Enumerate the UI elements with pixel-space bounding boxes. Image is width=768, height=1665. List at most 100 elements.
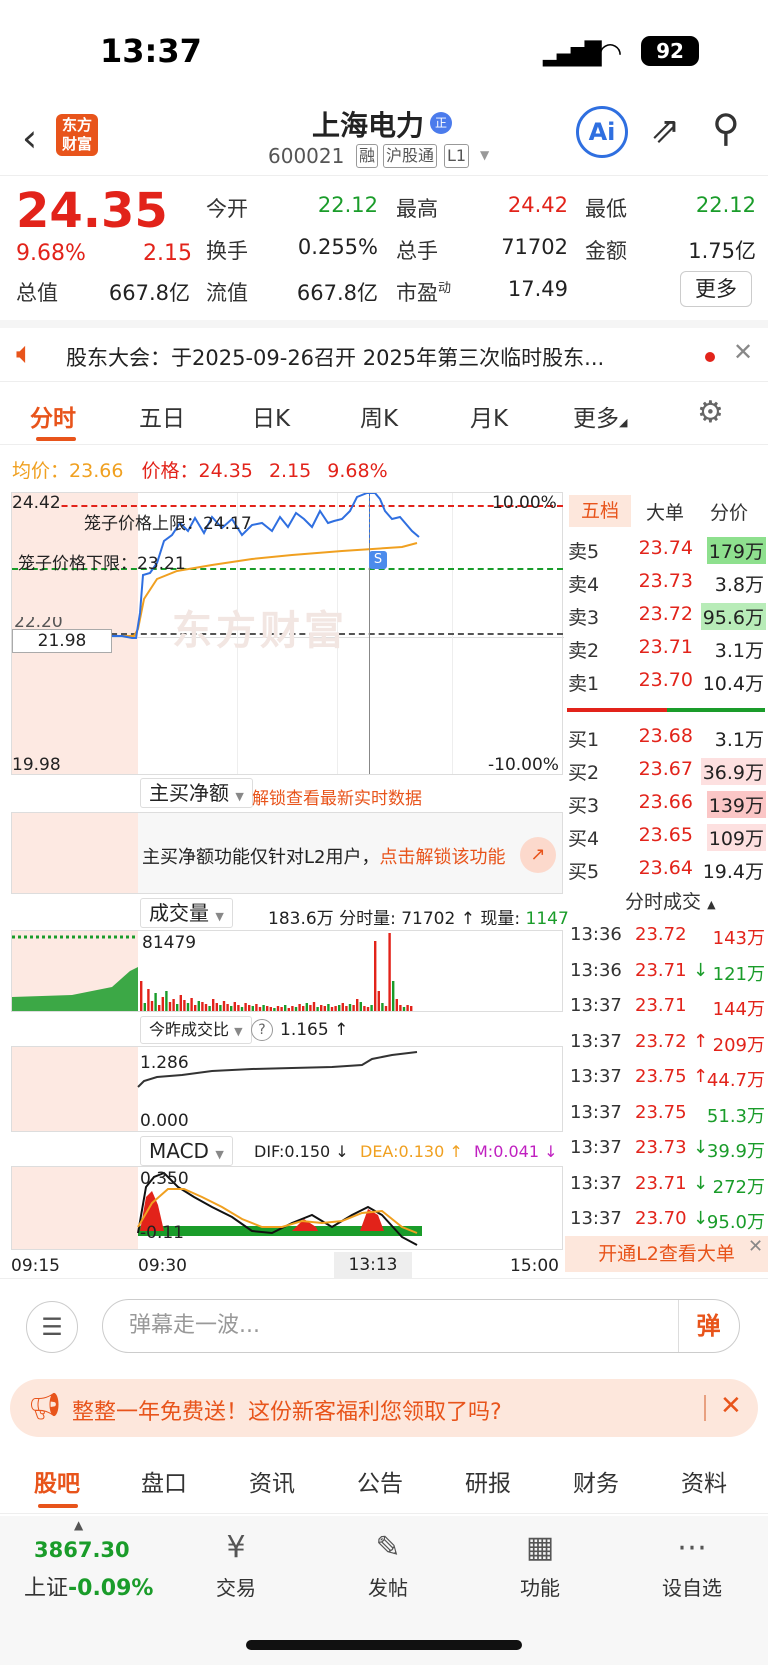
l2-close-icon[interactable]: ✕ — [748, 1236, 763, 1257]
netbuy-unlock-msg[interactable]: 点击解锁该功能 — [379, 847, 505, 868]
intraday-price-chart[interactable]: 东方财富 24.42 10.00% 笼子价格上限：24.17 笼子价格下限：23… — [11, 492, 564, 775]
ratio-dropdown[interactable]: 今昨成交比 ▼ — [140, 1016, 252, 1044]
ask-row[interactable]: 卖4 23.73 3.8万 — [565, 568, 768, 598]
tab-monthly-k[interactable]: 月K — [470, 399, 508, 433]
nav-trade[interactable]: ¥ 交易 — [186, 1528, 286, 1601]
bid-row[interactable]: 买4 23.65 109万 — [565, 822, 768, 852]
tab-price-dist[interactable]: 分价 — [710, 498, 748, 525]
trade-price: 23.72 — [635, 924, 687, 945]
trade-row[interactable]: 13:37 23.71 144万 — [565, 991, 768, 1023]
expand-arrow-icon[interactable]: ↗ — [520, 837, 556, 873]
low-value: 22.12 — [695, 193, 756, 217]
trade-row[interactable]: 13:37 23.70 95.0万 ↓ — [565, 1204, 768, 1236]
index-value[interactable]: 3867.30 — [34, 1538, 130, 1562]
macd-dropdown[interactable]: MACD ▼ — [140, 1136, 233, 1166]
netbuy-panel[interactable]: 主买净额功能仅针对L2用户，点击解锁该功能 ↗ — [11, 812, 563, 894]
app-logo[interactable]: 东方财富 — [56, 114, 98, 156]
tab-more[interactable]: 更多◢ — [573, 399, 627, 433]
x-label-open: 09:15 — [11, 1256, 60, 1276]
trade-row[interactable]: 13:37 23.71 272万 ↓ — [565, 1169, 768, 1201]
trade-row[interactable]: 13:37 23.73 39.9万 ↓ — [565, 1133, 768, 1165]
trade-volume: 51.3万 — [706, 1105, 765, 1127]
volume-dropdown[interactable]: 成交量 ▼ — [140, 898, 233, 928]
nav-functions[interactable]: ▦ 功能 — [490, 1528, 590, 1601]
volume-bar — [327, 1004, 330, 1011]
close-icon[interactable]: ✕ — [720, 1391, 742, 1421]
ai-button[interactable]: Ai — [576, 106, 628, 158]
tab-daily-k[interactable]: 日K — [252, 399, 290, 433]
caret-up-icon: ▲ — [74, 1518, 84, 1532]
nav-add-watchlist[interactable]: ⋯ 设自选 — [642, 1528, 742, 1601]
tab-pankou[interactable]: 盘口 — [141, 1464, 187, 1498]
tab-profile[interactable]: 资料 — [681, 1464, 727, 1498]
share-icon[interactable]: ⇗ — [650, 110, 680, 151]
netbuy-dropdown[interactable]: 主买净额 ▼ — [140, 778, 253, 808]
y-min-label: 19.98 — [12, 755, 61, 775]
volume-bar — [410, 1006, 413, 1011]
volume-bar — [312, 1002, 316, 1011]
tab-intraday[interactable]: 分时 — [30, 399, 76, 433]
bid-row[interactable]: 买3 23.66 139万 — [565, 789, 768, 819]
ask-row[interactable]: 卖3 23.72 95.6万 — [565, 601, 768, 631]
ask-ratio-bar — [667, 708, 765, 712]
danmu-list-icon[interactable]: ☰ — [26, 1301, 78, 1353]
danmu-send-button[interactable]: 弹 — [678, 1300, 738, 1352]
volume-bar — [302, 1006, 305, 1011]
promo-banner[interactable]: 📢︎ 整整一年免费送！这份新客福利您领取了吗? ✕ — [10, 1379, 758, 1437]
danmu-input[interactable]: 弹幕走一波... — [102, 1299, 740, 1353]
notice-text[interactable]: 股东大会：于2025-09-26召开 2025年第三次临时股东... — [66, 342, 604, 372]
macd-chart[interactable]: 0.350 -0.11 — [11, 1166, 563, 1250]
ratio-chart[interactable]: 1.286 0.000 — [11, 1046, 563, 1132]
l2-upgrade-bar[interactable]: 开通L2查看大单 — [565, 1236, 768, 1272]
tab-announcements[interactable]: 公告 — [357, 1464, 403, 1498]
search-icon[interactable]: ⚲ — [712, 106, 740, 150]
volume-stats: 183.6万 分时量: 71702 ↑ 现量: 1147 — [268, 909, 569, 929]
volume-max-label: 81479 — [142, 933, 197, 953]
gear-icon[interactable]: ⚙ — [697, 395, 724, 430]
pct-down-label: -10.00% — [488, 755, 559, 775]
tab-big-orders[interactable]: 大单 — [646, 498, 684, 525]
trade-row[interactable]: 13:37 23.72 209万 ↑ — [565, 1027, 768, 1059]
back-arrow-icon[interactable]: ‹ — [22, 116, 37, 160]
tab-weekly-k[interactable]: 周K — [360, 399, 398, 433]
volume-bar — [370, 1005, 373, 1011]
bid-volume: 109万 — [706, 824, 766, 851]
bid-row[interactable]: 买2 23.67 36.9万 — [565, 756, 768, 786]
tab-news[interactable]: 资讯 — [249, 1464, 295, 1498]
netbuy-unlock-link[interactable]: 解锁查看最新实时数据 — [252, 784, 422, 809]
x-label-close: 15:00 — [510, 1256, 559, 1276]
trade-row[interactable]: 13:37 23.75 44.7万 ↑ — [565, 1062, 768, 1094]
index-name[interactable]: 上证-0.09% — [24, 1570, 153, 1602]
bid-level-label: 买4 — [568, 828, 600, 850]
help-icon[interactable]: ? — [251, 1019, 273, 1041]
trade-price: 23.75 — [635, 1101, 687, 1123]
macd-dif: DIF:0.150 ↓ — [254, 1142, 349, 1161]
notice-bar[interactable]: 🔈︎ 股东大会：于2025-09-26召开 2025年第三次临时股东... ✕ — [0, 320, 768, 382]
volume-chart[interactable]: 81479 — [11, 930, 563, 1012]
tab-five-levels[interactable]: 五档 — [569, 495, 631, 527]
tab-finance[interactable]: 财务 — [573, 1464, 619, 1498]
ask-row[interactable]: 卖5 23.74 179万 — [565, 535, 768, 565]
promo-text[interactable]: 整整一年免费送！这份新客福利您领取了吗? — [72, 1394, 502, 1426]
ask-row[interactable]: 卖1 23.70 10.4万 — [565, 667, 768, 697]
tab-guba[interactable]: 股吧 — [34, 1464, 80, 1498]
chevron-down-icon[interactable]: ▼ — [480, 148, 489, 162]
mcap-value: 667.8亿 — [108, 281, 190, 305]
trade-row[interactable]: 13:37 23.75 51.3万 — [565, 1098, 768, 1130]
close-icon[interactable]: ✕ — [733, 338, 753, 366]
more-button[interactable]: 更多 — [680, 271, 752, 307]
bid-volume: 3.1万 — [714, 729, 764, 751]
signal-marker[interactable]: S — [369, 551, 387, 569]
volume-bar — [334, 1006, 337, 1011]
ask-row[interactable]: 卖2 23.71 3.1万 — [565, 634, 768, 664]
tab-research[interactable]: 研报 — [465, 1464, 511, 1498]
trade-row[interactable]: 13:36 23.72 143万 — [565, 920, 768, 952]
bid-row[interactable]: 买1 23.68 3.1万 — [565, 723, 768, 753]
trades-title[interactable]: 分时成交 ▲ — [625, 887, 716, 914]
tab-five-day[interactable]: 五日 — [139, 399, 185, 433]
avg-value: 23.66 — [69, 460, 124, 482]
bid-ratio-bar — [567, 708, 667, 712]
trade-row[interactable]: 13:36 23.71 121万 ↓ — [565, 956, 768, 988]
bid-row[interactable]: 买5 23.64 19.4万 — [565, 855, 768, 885]
nav-post[interactable]: ✎ 发帖 — [338, 1528, 438, 1601]
